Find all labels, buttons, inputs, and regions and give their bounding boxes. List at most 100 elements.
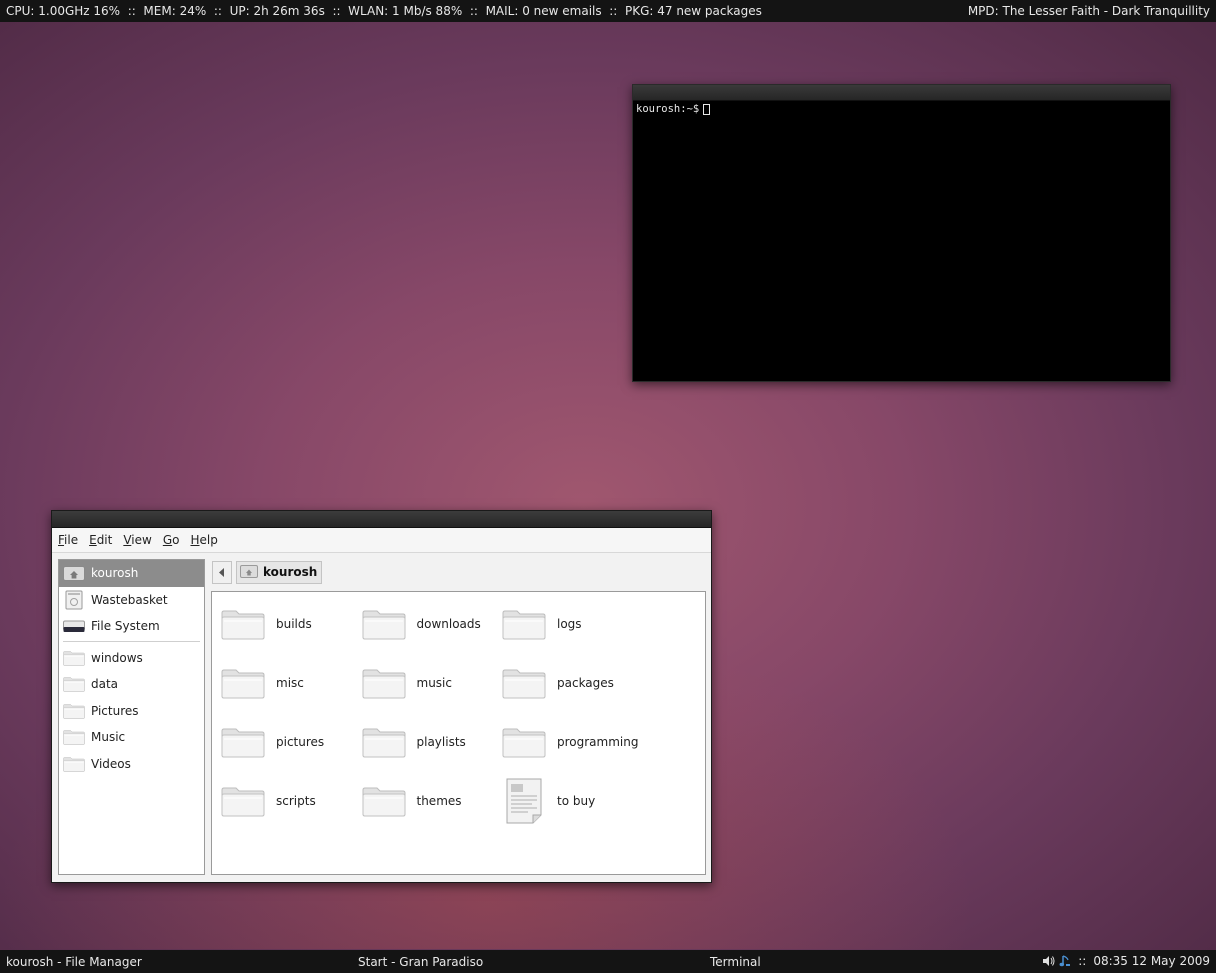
trash-icon: [65, 590, 83, 610]
menu-item-file[interactable]: File: [58, 533, 78, 547]
sidebar-item-label: kourosh: [91, 566, 139, 581]
folder-icon: [362, 787, 405, 817]
folder-icon: [221, 728, 265, 758]
folder-item[interactable]: builds: [220, 604, 360, 644]
folder-icon: [362, 728, 405, 758]
folder-item[interactable]: packages: [501, 663, 641, 703]
task-terminal[interactable]: Terminal: [710, 955, 761, 969]
file-view[interactable]: builds downloads logs misc music packages pict…: [211, 591, 706, 875]
menubar: File Edit View Go Help: [52, 528, 711, 553]
file-label: playlists: [416, 735, 466, 749]
folder-icon: [221, 610, 265, 640]
sidebar-item-file-system[interactable]: File System: [59, 613, 204, 640]
folder-item[interactable]: downloads: [361, 604, 501, 644]
folder-item[interactable]: misc: [220, 663, 360, 703]
file-label: scripts: [276, 794, 316, 808]
home-icon: [240, 564, 258, 581]
folder-item[interactable]: themes: [361, 781, 501, 821]
top-status-bar: CPU: 1.00GHz 16% :: MEM: 24% :: UP: 2h 2…: [0, 0, 1216, 22]
folder-icon: [362, 669, 405, 699]
sidebar-item-pictures[interactable]: Pictures: [59, 698, 204, 725]
sidebar-item-music[interactable]: Music: [59, 724, 204, 751]
menu-label: iew: [131, 533, 152, 547]
file-label: programming: [557, 735, 639, 749]
sidebar-item-label: File System: [91, 619, 160, 634]
menu-mnemonic: H: [190, 533, 200, 547]
folder-icon: [221, 669, 265, 699]
sidebar-item-data[interactable]: data: [59, 671, 204, 698]
sidebar: kourosh Wastebasket File System windows data…: [58, 559, 205, 875]
menu-item-edit[interactable]: Edit: [89, 533, 112, 547]
path-crumb-current[interactable]: kourosh: [236, 560, 323, 584]
folder-icon: [221, 787, 265, 817]
folder-icon: [63, 677, 85, 692]
sidebar-item-label: Music: [91, 730, 126, 745]
bottom-taskbar: kourosh - File Manager Start - Gran Para…: [0, 950, 1216, 973]
terminal-titlebar[interactable]: [633, 85, 1170, 101]
file-label: themes: [416, 794, 462, 808]
terminal-window[interactable]: kourosh:~$: [632, 84, 1171, 382]
sidebar-item-label: Pictures: [91, 703, 139, 718]
path-crumb-label: kourosh: [263, 565, 318, 579]
sidebar-item-label: Videos: [91, 756, 131, 771]
document-icon: [506, 778, 542, 824]
folder-item[interactable]: pictures: [220, 722, 360, 762]
sidebar-separator: [63, 640, 200, 642]
menu-label: o: [172, 533, 180, 547]
chevron-left-icon: [219, 567, 224, 577]
menu-label: elp: [199, 533, 218, 547]
pathbar: kourosh: [212, 560, 323, 584]
folder-icon: [502, 728, 546, 758]
sidebar-item-label: data: [91, 677, 119, 692]
system-tray: :: 08:35 12 May 2009: [1042, 954, 1210, 968]
folder-icon: [502, 610, 546, 640]
terminal-prompt: kourosh:~$: [636, 103, 700, 115]
menu-label: ile: [64, 533, 79, 547]
file-label: packages: [557, 676, 614, 690]
file-label: downloads: [416, 617, 481, 631]
drive-icon: [63, 620, 85, 633]
clock: 08:35 12 May 2009: [1093, 954, 1210, 968]
system-stats: CPU: 1.00GHz 16% :: MEM: 24% :: UP: 2h 2…: [6, 4, 762, 18]
volume-icon[interactable]: [1042, 955, 1055, 967]
file-manager-titlebar[interactable]: [52, 511, 711, 528]
task-file-manager[interactable]: kourosh - File Manager: [6, 955, 142, 969]
folder-icon: [63, 651, 85, 666]
file-item[interactable]: to buy: [501, 778, 641, 824]
file-label: music: [416, 676, 452, 690]
menu-item-view[interactable]: View: [123, 533, 151, 547]
tray-separator: ::: [1078, 954, 1087, 968]
menu-mnemonic: G: [162, 533, 173, 547]
sidebar-item-videos[interactable]: Videos: [59, 751, 204, 778]
folder-item[interactable]: music: [361, 663, 501, 703]
folder-item[interactable]: logs: [501, 604, 641, 644]
file-manager-window[interactable]: File Edit View Go Help kourosh Wastebasket Fil…: [51, 510, 712, 883]
home-icon: [63, 566, 85, 582]
folder-icon: [63, 757, 85, 772]
menu-label: dit: [96, 533, 113, 547]
folder-icon: [63, 704, 85, 719]
folder-icon: [502, 669, 546, 699]
mpd-now-playing: MPD: The Lesser Faith - Dark Tranquillit…: [967, 4, 1210, 18]
folder-item[interactable]: programming: [501, 722, 641, 762]
sidebar-item-label: windows: [91, 650, 143, 665]
file-label: builds: [276, 617, 312, 631]
path-back-button[interactable]: [212, 560, 232, 584]
file-label: logs: [557, 617, 582, 631]
menu-mnemonic: E: [89, 533, 97, 547]
folder-icon: [63, 730, 85, 745]
file-label: pictures: [276, 735, 325, 749]
folder-item[interactable]: playlists: [361, 722, 501, 762]
menu-item-help[interactable]: Help: [190, 533, 217, 547]
sidebar-item-label: Wastebasket: [91, 592, 168, 607]
sidebar-item-windows[interactable]: windows: [59, 645, 204, 672]
menu-item-go[interactable]: Go: [163, 533, 180, 547]
sidebar-item-kourosh[interactable]: kourosh: [59, 560, 204, 587]
music-note-icon[interactable]: [1059, 955, 1071, 967]
folder-icon: [362, 610, 405, 640]
terminal-prompt-line[interactable]: kourosh:~$: [633, 101, 1170, 117]
folder-item[interactable]: scripts: [220, 781, 360, 821]
terminal-cursor: [703, 103, 711, 115]
task-browser[interactable]: Start - Gran Paradiso: [358, 955, 483, 969]
sidebar-item-wastebasket[interactable]: Wastebasket: [59, 587, 204, 614]
